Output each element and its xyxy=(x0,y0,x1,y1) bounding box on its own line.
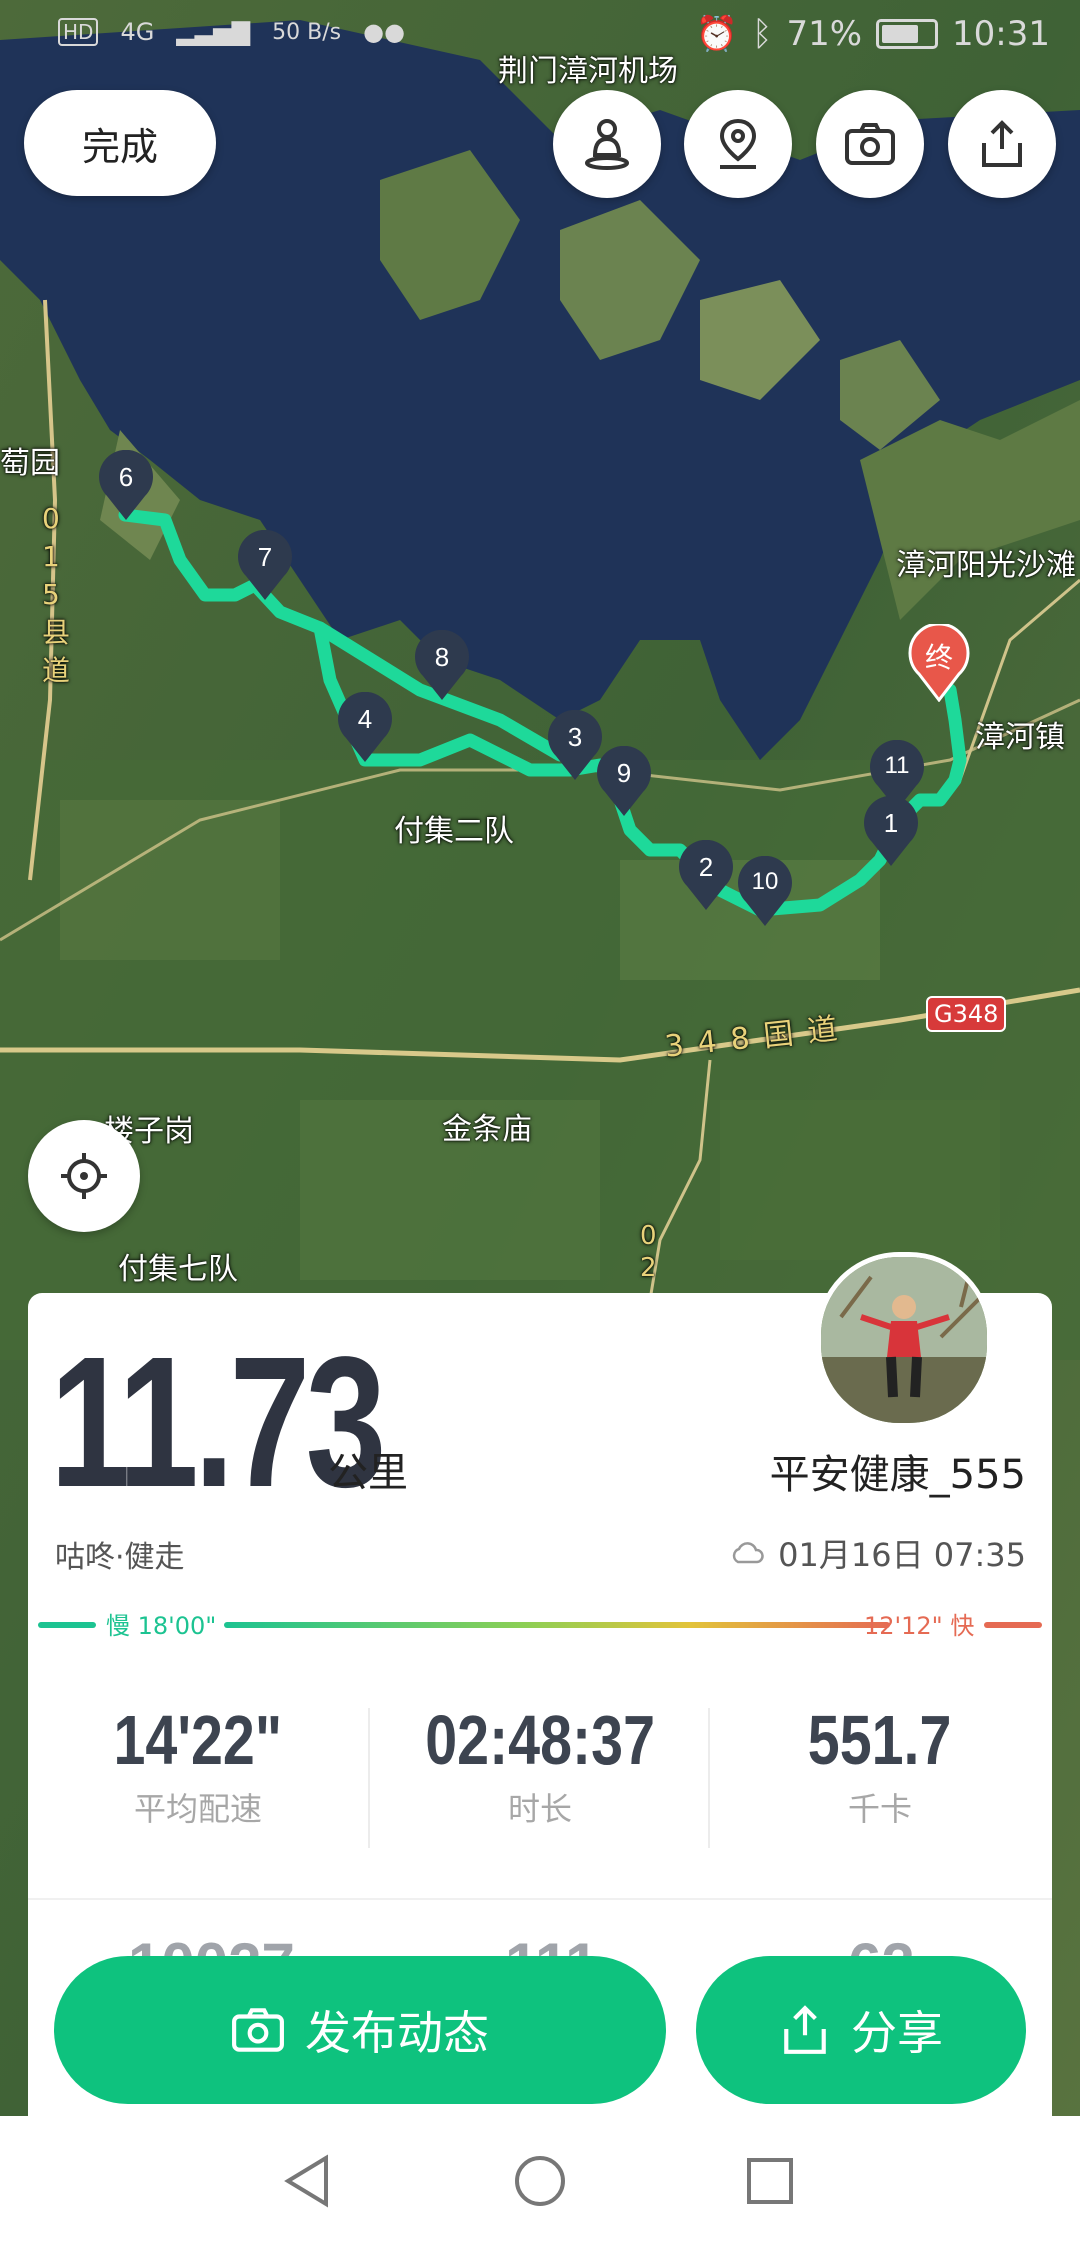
publish-post-button[interactable]: 发布动态 xyxy=(54,1956,666,2104)
route-marker[interactable]: 6 xyxy=(97,449,155,522)
recents-square-icon xyxy=(747,2158,793,2204)
recents-button[interactable] xyxy=(735,2146,805,2216)
route-marker[interactable]: 2 xyxy=(677,839,735,912)
activity-datetime: 01月16日 07:35 xyxy=(730,1530,1026,1576)
stat-calories: 551.7 千卡 xyxy=(710,1700,1050,1830)
route-marker[interactable]: 7 xyxy=(236,529,294,602)
crosshair-icon xyxy=(61,1153,107,1199)
stat-label: 时长 xyxy=(507,1790,572,1828)
network-indicator: 4G xyxy=(120,18,155,46)
stat-value: 551.7 xyxy=(808,1701,952,1779)
map-label-fuji2: 付集二队 xyxy=(394,814,514,849)
avatar-photo xyxy=(821,1257,987,1423)
avatar[interactable] xyxy=(816,1252,992,1428)
map-label-town: 漳河镇 xyxy=(975,720,1065,755)
publish-label: 发布动态 xyxy=(305,2006,489,2060)
battery-percent: 71% xyxy=(786,14,863,54)
route-marker[interactable]: 8 xyxy=(413,629,471,702)
stat-label: 千卡 xyxy=(847,1790,912,1828)
home-circle-icon xyxy=(515,2156,565,2206)
share-icon xyxy=(784,2005,826,2054)
road-badge-g348: G348 xyxy=(926,996,1007,1032)
distance-unit: 公里 xyxy=(328,1450,408,1496)
map-label-road-02: 02 xyxy=(640,1221,657,1283)
map-label-sunshine: 漳河阳光沙滩 xyxy=(896,548,1076,583)
system-navigation-bar xyxy=(0,2116,1080,2244)
activity-type: 咕咚·健走 xyxy=(55,1540,185,1575)
back-triangle-icon xyxy=(284,2154,328,2208)
hd-icon: HD xyxy=(58,18,99,46)
person-pin-icon xyxy=(585,119,629,170)
bluetooth-icon: ᛒ xyxy=(752,14,773,54)
stat-value: 14'22" xyxy=(113,1701,283,1779)
map-pin-icon xyxy=(719,118,757,169)
signal-icon: ▂▃▅▇ xyxy=(176,18,251,46)
map-marker-button[interactable] xyxy=(684,90,792,198)
map-label-grape: 萄园 xyxy=(0,446,60,481)
share-icon xyxy=(982,120,1022,167)
username[interactable]: 平安健康_555 xyxy=(770,1442,1026,1500)
map-label-airport: 荆门漳河机场 xyxy=(498,54,678,89)
back-button[interactable] xyxy=(272,2146,342,2216)
share-label: 分享 xyxy=(851,2006,943,2060)
share-button[interactable]: 分享 xyxy=(696,1956,1026,2104)
person-location-button[interactable] xyxy=(553,90,661,198)
stat-label: 平均配速 xyxy=(133,1790,262,1828)
alarm-icon: ⏰ xyxy=(695,14,739,54)
camera-icon xyxy=(232,2008,284,2052)
map-label-jintiaomiao: 金条庙 xyxy=(442,1112,532,1147)
stat-value: 02:48:37 xyxy=(425,1701,655,1779)
clock: 10:31 xyxy=(952,14,1050,54)
end-marker[interactable]: 终 xyxy=(908,622,970,703)
route-marker[interactable]: 10 xyxy=(736,855,794,928)
route-marker[interactable]: 9 xyxy=(595,745,653,818)
locate-button[interactable] xyxy=(28,1120,140,1232)
cloud-icon xyxy=(732,1542,764,1564)
map-label-fuji7: 付集七队 xyxy=(118,1252,238,1287)
pace-fast-label: 12'12" 快 xyxy=(864,1612,975,1640)
route-marker[interactable]: 4 xyxy=(336,691,394,764)
done-button[interactable]: 完成 xyxy=(24,90,216,196)
datetime-text: 01月16日 07:35 xyxy=(778,1536,1026,1574)
pace-slow-label: 慢 18'00" xyxy=(106,1612,217,1640)
route-marker[interactable]: 1 xyxy=(862,795,920,868)
home-button[interactable] xyxy=(505,2146,575,2216)
battery-icon xyxy=(876,19,939,49)
map-label-county-road: 015县道 xyxy=(42,502,71,687)
export-button[interactable] xyxy=(948,90,1056,198)
camera-button[interactable] xyxy=(816,90,924,198)
stat-avg-pace: 14'22" 平均配速 xyxy=(28,1700,368,1830)
stat-duration: 02:48:37 时长 xyxy=(370,1700,710,1830)
stats-divider xyxy=(28,1898,1052,1900)
camera-icon xyxy=(845,123,895,165)
wechat-icon: ●● xyxy=(363,18,406,46)
network-speed: 50 B/s xyxy=(272,19,342,45)
